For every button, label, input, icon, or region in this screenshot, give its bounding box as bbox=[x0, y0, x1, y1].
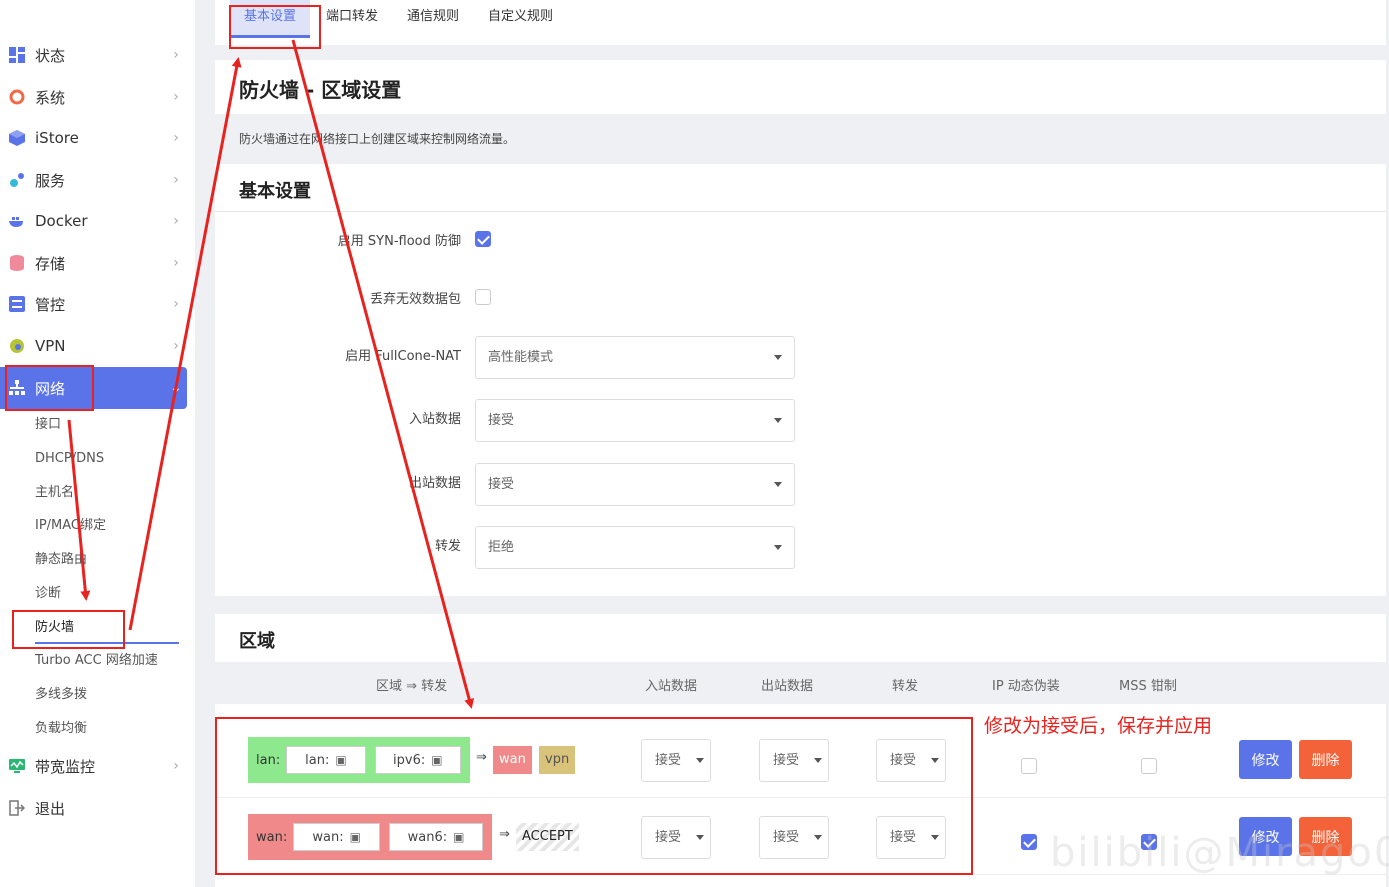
fullcone-select[interactable]: 高性能模式 bbox=[475, 336, 795, 379]
sidebar-item-istore[interactable]: iStore › bbox=[0, 117, 187, 159]
sidebar-item-label: 退出 bbox=[35, 799, 66, 818]
sub-item-multiwan[interactable]: 多线多拨 bbox=[35, 685, 87, 705]
caret-down-icon bbox=[774, 482, 782, 487]
fullcone-label: 启用 FullCone-NAT bbox=[345, 349, 461, 364]
output-label: 出站数据 bbox=[408, 476, 461, 491]
col-forward: 转发 bbox=[892, 679, 919, 694]
sidebar-item-label: 带宽监控 bbox=[35, 757, 96, 776]
fullcone-value: 高性能模式 bbox=[488, 350, 554, 365]
forward-label: 转发 bbox=[434, 539, 461, 554]
col-input: 入站数据 bbox=[645, 679, 698, 694]
col-masquerade: IP 动态伪装 bbox=[992, 679, 1060, 694]
highlight-box-network bbox=[5, 365, 94, 411]
basic-settings-panel: 基本设置 启用 SYN-flood 防御 丢弃无效数据包 启用 FullCone… bbox=[215, 164, 1386, 596]
globe-icon bbox=[8, 337, 26, 355]
caret-down-icon bbox=[774, 545, 782, 550]
highlight-box-zones bbox=[215, 717, 973, 875]
tab-port-forward[interactable]: 端口转发 bbox=[326, 0, 378, 38]
sidebar-item-services[interactable]: 服务 › bbox=[0, 159, 187, 201]
sidebar: 状态 › 系统 › iStore › 服务 › Docker › 存储 › 管控… bbox=[0, 0, 195, 887]
chevron-down-icon: ⌄ bbox=[170, 380, 182, 396]
input-label: 入站数据 bbox=[408, 412, 461, 427]
zones-table-header: 区域 ⇒ 转发 入站数据 出站数据 转发 IP 动态伪装 MSS 钳制 bbox=[215, 662, 1386, 704]
sidebar-item-logout[interactable]: 退出 bbox=[0, 787, 187, 829]
sidebar-item-label: VPN bbox=[35, 337, 66, 355]
sub-item-interfaces[interactable]: 接口 bbox=[35, 415, 61, 435]
col-output: 出站数据 bbox=[761, 679, 814, 694]
sub-item-dhcp-dns[interactable]: DHCP/DNS bbox=[35, 449, 104, 469]
database-icon bbox=[8, 254, 26, 272]
forward-select[interactable]: 拒绝 bbox=[475, 526, 795, 569]
masquerade-checkbox[interactable] bbox=[1021, 834, 1037, 850]
delete-button[interactable]: 删除 bbox=[1299, 740, 1352, 779]
caret-down-icon bbox=[774, 418, 782, 423]
drop-invalid-label: 丢弃无效数据包 bbox=[369, 292, 461, 307]
highlight-box-tab bbox=[229, 5, 321, 49]
page-description: 防火墙通过在网络接口上创建区域来控制网络流量。 bbox=[239, 132, 516, 146]
output-select[interactable]: 接受 bbox=[475, 463, 795, 506]
drop-invalid-checkbox[interactable] bbox=[475, 289, 491, 305]
logout-icon bbox=[8, 799, 26, 817]
sidebar-item-status[interactable]: 状态 › bbox=[0, 34, 187, 76]
chevron-right-icon: › bbox=[173, 338, 179, 354]
edit-button[interactable]: 修改 bbox=[1239, 740, 1292, 779]
masquerade-checkbox[interactable] bbox=[1021, 758, 1037, 774]
syn-flood-label: 启用 SYN-flood 防御 bbox=[337, 234, 461, 249]
col-mss-clamp: MSS 钳制 bbox=[1119, 679, 1177, 694]
sidebar-item-label: 存储 bbox=[35, 254, 66, 273]
section-title: 基本设置 bbox=[239, 181, 311, 202]
tabs-bar: 基本设置 端口转发 通信规则 自定义规则 bbox=[215, 0, 1386, 45]
input-select[interactable]: 接受 bbox=[475, 399, 795, 442]
sidebar-item-storage[interactable]: 存储 › bbox=[0, 242, 187, 284]
monitor-icon bbox=[8, 757, 26, 775]
chevron-right-icon: › bbox=[173, 89, 179, 105]
chevron-right-icon: › bbox=[173, 130, 179, 146]
output-value: 接受 bbox=[488, 477, 515, 492]
highlight-box-firewall bbox=[12, 610, 125, 649]
sidebar-item-docker[interactable]: Docker › bbox=[0, 200, 187, 242]
sliders-icon bbox=[8, 295, 26, 313]
col-zone-forward: 区域 ⇒ 转发 bbox=[376, 679, 448, 694]
cube-icon bbox=[8, 129, 26, 147]
sub-item-hostnames[interactable]: 主机名 bbox=[35, 483, 74, 503]
chevron-right-icon: › bbox=[173, 296, 179, 312]
sidebar-item-label: 服务 bbox=[35, 171, 66, 190]
divider bbox=[215, 211, 1386, 212]
annotation-note: 修改为接受后，保存并应用 bbox=[984, 715, 1213, 737]
sub-item-diagnostics[interactable]: 诊断 bbox=[35, 584, 61, 604]
sub-item-load-balance[interactable]: 负载均衡 bbox=[35, 719, 87, 739]
sidebar-item-bandwidth[interactable]: 带宽监控 › bbox=[0, 745, 187, 787]
page-title: 防火墙 - 区域设置 bbox=[239, 78, 402, 102]
sidebar-item-control[interactable]: 管控 › bbox=[0, 283, 187, 325]
sidebar-item-label: 管控 bbox=[35, 295, 66, 314]
input-value: 接受 bbox=[488, 413, 515, 428]
sub-item-static-routes[interactable]: 静态路由 bbox=[35, 550, 87, 570]
chevron-right-icon: › bbox=[173, 213, 179, 229]
tab-custom-rules[interactable]: 自定义规则 bbox=[488, 0, 553, 38]
dashboard-icon bbox=[8, 46, 26, 64]
mss-clamp-checkbox[interactable] bbox=[1141, 758, 1157, 774]
gear-icon bbox=[8, 88, 26, 106]
watermark: bilibili@Mirago0 bbox=[1050, 830, 1389, 876]
section-title: 区域 bbox=[239, 631, 275, 652]
syn-flood-checkbox[interactable] bbox=[475, 231, 491, 247]
sub-item-ip-mac-binding[interactable]: IP/MAC绑定 bbox=[35, 516, 106, 536]
sidebar-item-label: 状态 bbox=[35, 46, 66, 65]
gears-icon bbox=[8, 171, 26, 189]
sidebar-item-label: 系统 bbox=[35, 88, 66, 107]
sidebar-item-label: Docker bbox=[35, 212, 88, 230]
docker-icon bbox=[8, 212, 26, 230]
title-panel: 防火墙 - 区域设置 bbox=[215, 60, 1386, 114]
chevron-right-icon: › bbox=[173, 758, 179, 774]
chevron-right-icon: › bbox=[173, 172, 179, 188]
tab-traffic-rules[interactable]: 通信规则 bbox=[407, 0, 459, 38]
caret-down-icon bbox=[774, 355, 782, 360]
sub-item-turbo-acc[interactable]: Turbo ACC 网络加速 bbox=[35, 651, 158, 671]
sidebar-item-vpn[interactable]: VPN › bbox=[0, 325, 187, 367]
sidebar-item-system[interactable]: 系统 › bbox=[0, 76, 187, 118]
sidebar-item-label: iStore bbox=[35, 129, 79, 147]
forward-value: 拒绝 bbox=[488, 540, 515, 555]
chevron-right-icon: › bbox=[173, 255, 179, 271]
chevron-right-icon: › bbox=[173, 47, 179, 63]
